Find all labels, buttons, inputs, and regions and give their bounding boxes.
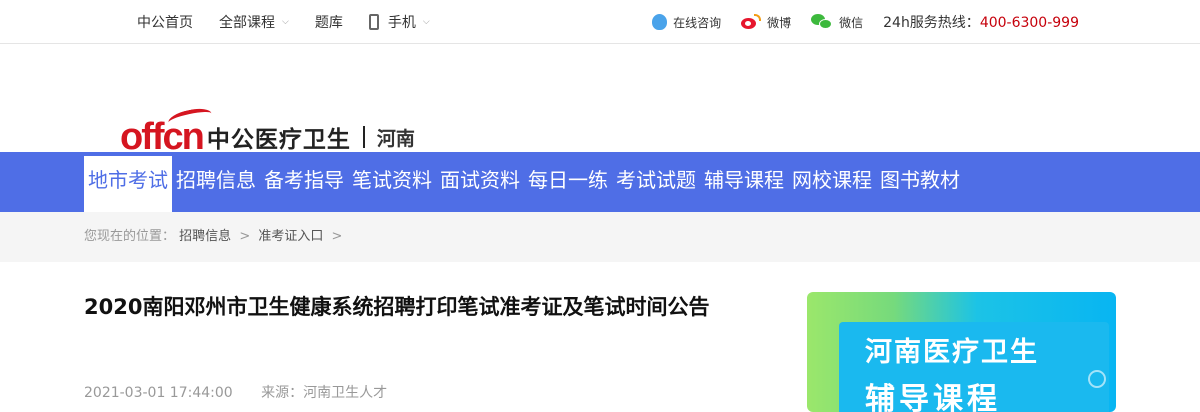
chevron-down-icon: ⌵: [282, 17, 289, 27]
home-link[interactable]: 中公首页: [137, 12, 193, 32]
article-meta: 2021-03-01 17:44:00 来源：河南卫生人才: [84, 382, 387, 402]
breadcrumb-separator: >: [239, 229, 251, 244]
top-bar-right: 在线咨询 微博 微信 24h服务热线：400-6300-999: [652, 0, 1079, 44]
breadcrumb: 您现在的位置： 招聘信息 > 准考证入口 >: [84, 212, 346, 262]
nav-item[interactable]: 辅导课程: [700, 156, 788, 212]
hotline: 24h服务热线：400-6300-999: [883, 12, 1079, 32]
ad-subtitle: 辅导课程: [865, 382, 1001, 412]
nav-item[interactable]: 地市考试: [84, 156, 172, 212]
nav-item[interactable]: 考试试题: [612, 156, 700, 212]
wechat-label: 微信: [839, 15, 864, 30]
nav-item[interactable]: 图书教材: [876, 156, 964, 212]
mobile-dropdown[interactable]: 手机 ⌵: [368, 12, 430, 32]
nav-item[interactable]: 每日一练: [524, 156, 612, 212]
chevron-down-icon: ⌵: [422, 17, 430, 27]
logo-divider: [362, 126, 365, 148]
header-logo-area: offcn 中公医疗卫生 河南: [0, 44, 1200, 156]
top-bar-left: 中公首页 全部课程 ⌵ 题库 手机 ⌵: [137, 0, 456, 44]
course-ad-banner[interactable]: 河南医疗卫生 辅导课程: [807, 292, 1116, 412]
question-bank-link[interactable]: 题库: [315, 12, 343, 32]
weibo-icon: [741, 14, 762, 30]
article-title: 2020南阳邓州市卫生健康系统招聘打印笔试准考证及笔试时间公告: [84, 295, 710, 319]
breadcrumb-item-recruitment[interactable]: 招聘信息: [179, 229, 231, 244]
nav-item[interactable]: 面试资料: [436, 156, 524, 212]
breadcrumb-bar: 您现在的位置： 招聘信息 > 准考证入口 >: [0, 212, 1200, 262]
breadcrumb-prefix: 您现在的位置：: [84, 229, 176, 244]
online-consult-link[interactable]: 在线咨询: [652, 14, 721, 31]
home-link-label: 中公首页: [137, 15, 193, 31]
breadcrumb-separator: >: [331, 229, 343, 244]
ad-title: 河南医疗卫生: [865, 337, 1039, 368]
wechat-icon: [811, 14, 833, 30]
decorative-ring-icon: [1088, 370, 1106, 388]
main-nav-list: 地市考试 招聘信息 备考指导 笔试资料 面试资料 每日一练 考试试题 辅导课程 网校课程 图书教材: [84, 156, 964, 212]
hotline-label: 24h服务热线：: [883, 15, 980, 31]
main-nav: 地市考试 招聘信息 备考指导 笔试资料 面试资料 每日一练 考试试题 辅导课程 网校课程 图书教材: [0, 152, 1200, 212]
all-courses-label: 全部课程: [219, 15, 275, 31]
weibo-link[interactable]: 微博: [741, 14, 791, 31]
city-name: 河南: [376, 127, 415, 150]
offcn-logo-text: offcn: [120, 105, 214, 156]
weibo-label: 微博: [767, 15, 792, 30]
all-courses-dropdown[interactable]: 全部课程 ⌵: [219, 12, 289, 32]
nav-item[interactable]: 网校课程: [788, 156, 876, 212]
nav-item[interactable]: 备考指导: [260, 156, 348, 212]
brand-name: 中公医疗卫生: [206, 127, 351, 153]
article-datetime: 2021-03-01 17:44:00: [84, 385, 233, 401]
breadcrumb-item-admission-ticket[interactable]: 准考证入口: [258, 229, 323, 244]
mobile-label: 手机: [387, 15, 416, 31]
hotline-number[interactable]: 400-6300-999: [980, 15, 1079, 31]
question-bank-label: 题库: [314, 15, 343, 31]
wechat-link[interactable]: 微信: [811, 14, 863, 31]
nav-item[interactable]: 笔试资料: [348, 156, 436, 212]
nav-item[interactable]: 招聘信息: [172, 156, 260, 212]
online-consult-label: 在线咨询: [673, 15, 722, 30]
phone-icon: [368, 14, 379, 30]
qq-icon: [652, 14, 668, 30]
top-bar: 中公首页 全部课程 ⌵ 题库 手机 ⌵ 在线咨询 微博 微信 24h服务热线：400…: [0, 0, 1200, 44]
article-source: 来源：河南卫生人才: [261, 385, 388, 401]
